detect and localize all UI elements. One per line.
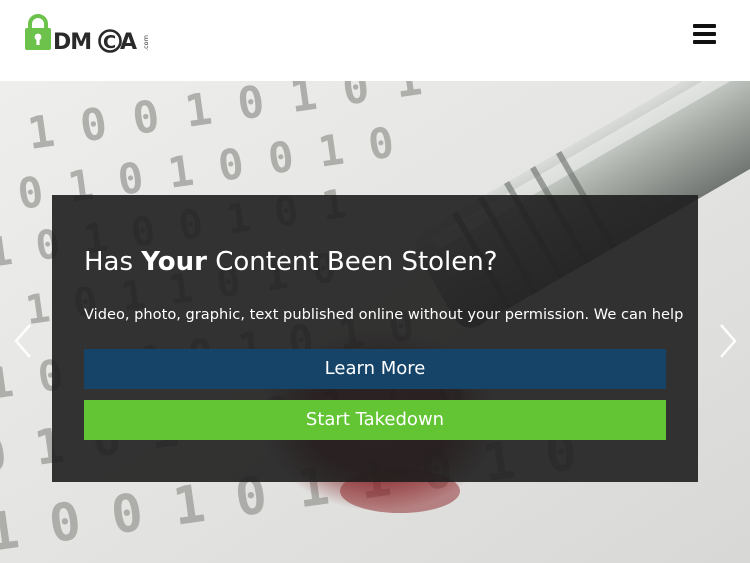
site-header: DM C A .com: [0, 0, 750, 81]
hamburger-menu-icon[interactable]: [691, 22, 719, 46]
menu-bar: [693, 24, 716, 28]
svg-text:DM: DM: [53, 30, 91, 53]
svg-text:C: C: [103, 32, 116, 53]
svg-text:.com: .com: [142, 35, 150, 51]
hero-headline: Has Your Content Been Stolen?: [84, 242, 498, 282]
headline-prefix: Has: [84, 247, 142, 277]
start-takedown-button[interactable]: Start Takedown: [84, 400, 666, 440]
menu-bar: [693, 32, 716, 36]
hero-subtext: Video, photo, graphic, text published on…: [84, 306, 684, 323]
learn-more-button[interactable]: Learn More: [84, 349, 666, 389]
dmca-logo-graphic: DM C A .com: [25, 14, 150, 53]
hero-panel: Has Your Content Been Stolen? Video, pho…: [52, 195, 698, 482]
dmca-logo[interactable]: DM C A .com: [24, 13, 156, 53]
menu-bar: [693, 40, 716, 44]
chevron-left-icon: [14, 324, 31, 358]
hero-carousel: 1 0 0 1 0 1 0 1 0 1 0 1 0 0 1 0 1 0 1 0 …: [0, 81, 750, 563]
headline-emphasis: Your: [141, 247, 207, 277]
svg-text:A: A: [120, 30, 137, 53]
headline-suffix: Content Been Stolen?: [206, 247, 498, 277]
carousel-next-button[interactable]: [713, 321, 743, 361]
carousel-prev-button[interactable]: [8, 321, 38, 361]
chevron-right-icon: [720, 324, 737, 358]
